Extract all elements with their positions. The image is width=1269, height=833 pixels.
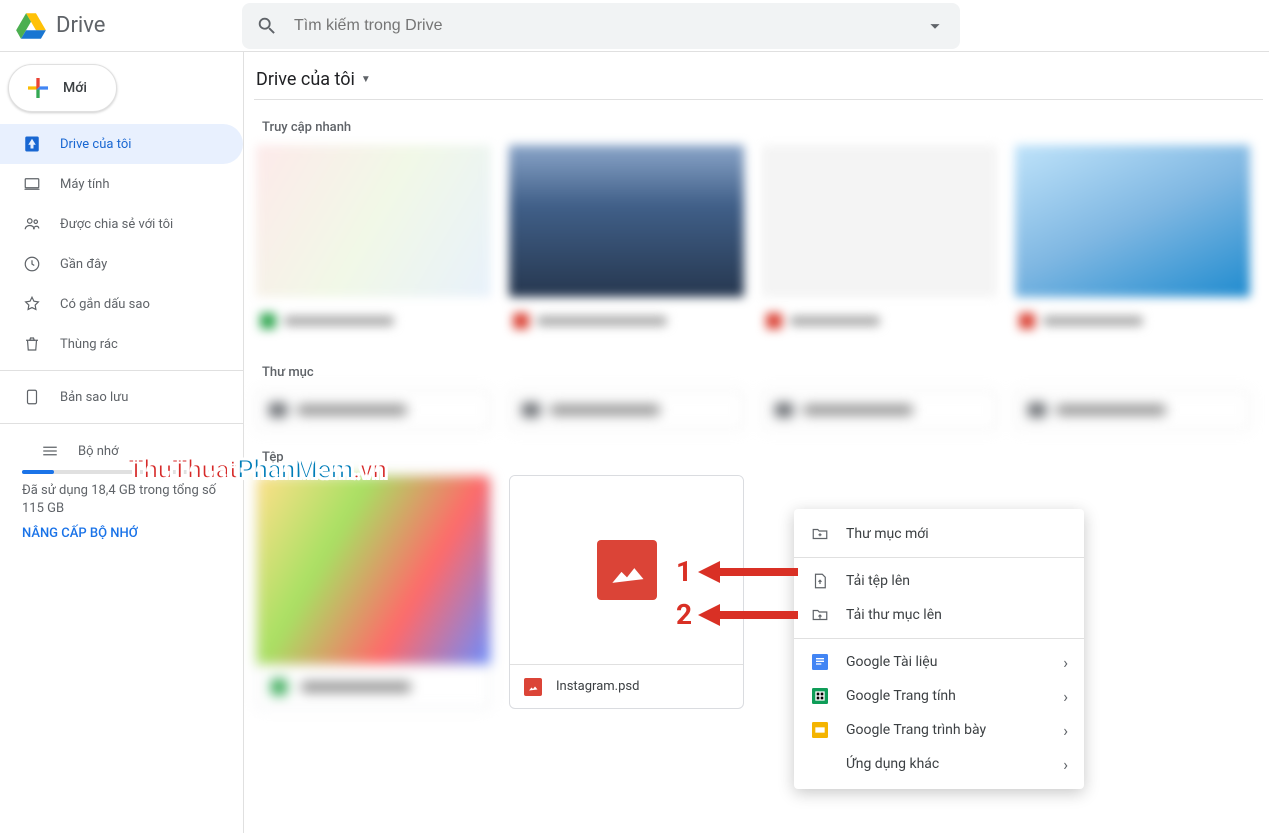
file-card[interactable] — [256, 475, 491, 709]
menu-google-sheets[interactable]: Google Trang tính › — [794, 679, 1084, 713]
divider — [0, 370, 243, 371]
upload-file-icon — [810, 572, 830, 590]
context-menu: Thư mục mới Tải tệp lên Tải thư mục lên … — [794, 509, 1084, 789]
menu-label: Google Trang trình bày — [846, 722, 1063, 738]
quick-access-card[interactable] — [256, 145, 491, 345]
chevron-down-icon: ▼ — [361, 74, 371, 85]
chevron-right-icon: › — [1063, 721, 1068, 740]
watermark: ThuThuatPhanMem.vn — [128, 455, 387, 485]
menu-more-apps[interactable]: Ứng dụng khác › — [794, 747, 1084, 781]
menu-label: Google Trang tính — [846, 688, 1063, 704]
sidebar-item-backups[interactable]: Bản sao lưu — [0, 377, 243, 417]
upgrade-storage-link[interactable]: NÂNG CẤP BỘ NHỚ — [22, 526, 221, 541]
menu-upload-folder[interactable]: Tải thư mục lên — [794, 598, 1084, 632]
annotation-number: 2 — [676, 598, 692, 631]
folders-row — [254, 390, 1269, 430]
annotation-arrow-1: 1 — [676, 555, 798, 588]
chevron-right-icon: › — [1063, 687, 1068, 706]
backup-icon — [22, 388, 42, 406]
sidebar-item-recent[interactable]: Gần đây — [0, 244, 243, 284]
main-content: Drive của tôi ▼ Truy cập nhanh Thư mục T… — [244, 52, 1269, 833]
menu-upload-file[interactable]: Tải tệp lên — [794, 564, 1084, 598]
sidebar-item-label: Bản sao lưu — [60, 390, 128, 405]
menu-google-docs[interactable]: Google Tài liệu › — [794, 645, 1084, 679]
app-name: Drive — [56, 13, 105, 38]
computer-icon — [22, 175, 42, 193]
quick-access-card[interactable] — [509, 145, 744, 345]
sidebar: Mới Drive của tôi Máy tính Được chia sẻ … — [0, 52, 244, 833]
sidebar-item-shared[interactable]: Được chia sẻ với tôi — [0, 204, 243, 244]
storage-icon — [40, 442, 60, 460]
trash-icon — [22, 335, 42, 353]
clock-icon — [22, 255, 42, 273]
docs-icon — [810, 654, 830, 670]
quick-access-label: Truy cập nhanh — [262, 120, 1269, 135]
header-bar: Drive — [0, 0, 1269, 52]
sidebar-item-label: Gần đây — [60, 257, 107, 272]
new-button[interactable]: Mới — [8, 64, 117, 112]
files-label: Tệp — [262, 450, 1269, 465]
drive-logo[interactable]: Drive — [14, 9, 242, 43]
new-folder-icon — [810, 525, 830, 543]
folder-item[interactable] — [1015, 390, 1250, 430]
breadcrumb[interactable]: Drive của tôi ▼ — [254, 60, 1263, 100]
menu-label: Ứng dụng khác — [846, 756, 1063, 772]
star-icon — [22, 295, 42, 313]
search-bar[interactable] — [242, 3, 960, 49]
sheets-icon — [810, 688, 830, 704]
image-icon — [597, 540, 657, 600]
sidebar-item-computers[interactable]: Máy tính — [0, 164, 243, 204]
storage-text: Đã sử dụng 18,4 GB trong tổng số 115 GB — [22, 482, 221, 518]
chevron-right-icon: › — [1063, 653, 1068, 672]
menu-label: Thư mục mới — [846, 526, 1068, 542]
search-options-icon[interactable] — [924, 15, 946, 37]
sidebar-item-label: Máy tính — [60, 177, 110, 192]
drive-icon — [22, 135, 42, 153]
menu-google-slides[interactable]: Google Trang trình bày › — [794, 713, 1084, 747]
storage-title: Bộ nhớ — [78, 444, 119, 459]
sidebar-item-trash[interactable]: Thùng rác — [0, 324, 243, 364]
sidebar-item-starred[interactable]: Có gắn dấu sao — [0, 284, 243, 324]
search-input[interactable] — [294, 17, 924, 35]
quick-access-card[interactable] — [762, 145, 997, 345]
divider — [794, 557, 1084, 558]
storage-section: Bộ nhớ Đã sử dụng 18,4 GB trong tổng số … — [0, 430, 243, 541]
upload-folder-icon — [810, 606, 830, 624]
menu-label: Tải thư mục lên — [846, 607, 1068, 623]
menu-label: Tải tệp lên — [846, 573, 1068, 589]
image-icon — [524, 678, 542, 696]
folder-item[interactable] — [509, 390, 744, 430]
menu-label: Google Tài liệu — [846, 654, 1063, 670]
chevron-right-icon: › — [1063, 755, 1068, 774]
divider — [0, 423, 243, 424]
sidebar-item-label: Được chia sẻ với tôi — [60, 217, 173, 232]
annotation-number: 1 — [676, 555, 692, 588]
folders-label: Thư mục — [262, 365, 1269, 380]
drive-icon — [14, 9, 48, 43]
annotation-arrow-2: 2 — [676, 598, 798, 631]
search-icon — [256, 15, 278, 37]
quick-access-card[interactable] — [1015, 145, 1250, 345]
watermark-part2: PhanMem — [237, 455, 353, 485]
breadcrumb-label: Drive của tôi — [256, 69, 355, 90]
file-name: Instagram.psd — [556, 679, 639, 694]
folder-item[interactable] — [256, 390, 491, 430]
watermark-part1: ThuThuat — [128, 455, 237, 485]
plus-icon — [23, 73, 53, 103]
files-row: Instagram.psd — [254, 475, 1269, 709]
folder-item[interactable] — [762, 390, 997, 430]
sidebar-item-label: Drive của tôi — [60, 137, 131, 152]
sidebar-item-label: Có gắn dấu sao — [60, 297, 150, 312]
people-icon — [22, 215, 42, 233]
new-button-label: Mới — [63, 80, 87, 96]
sidebar-item-label: Thùng rác — [60, 337, 118, 352]
quick-access-row — [254, 145, 1269, 345]
divider — [794, 638, 1084, 639]
slides-icon — [810, 722, 830, 738]
menu-new-folder[interactable]: Thư mục mới — [794, 517, 1084, 551]
file-card-instagram[interactable]: Instagram.psd — [509, 475, 744, 709]
watermark-part3: .vn — [353, 455, 387, 485]
sidebar-item-my-drive[interactable]: Drive của tôi — [0, 124, 243, 164]
